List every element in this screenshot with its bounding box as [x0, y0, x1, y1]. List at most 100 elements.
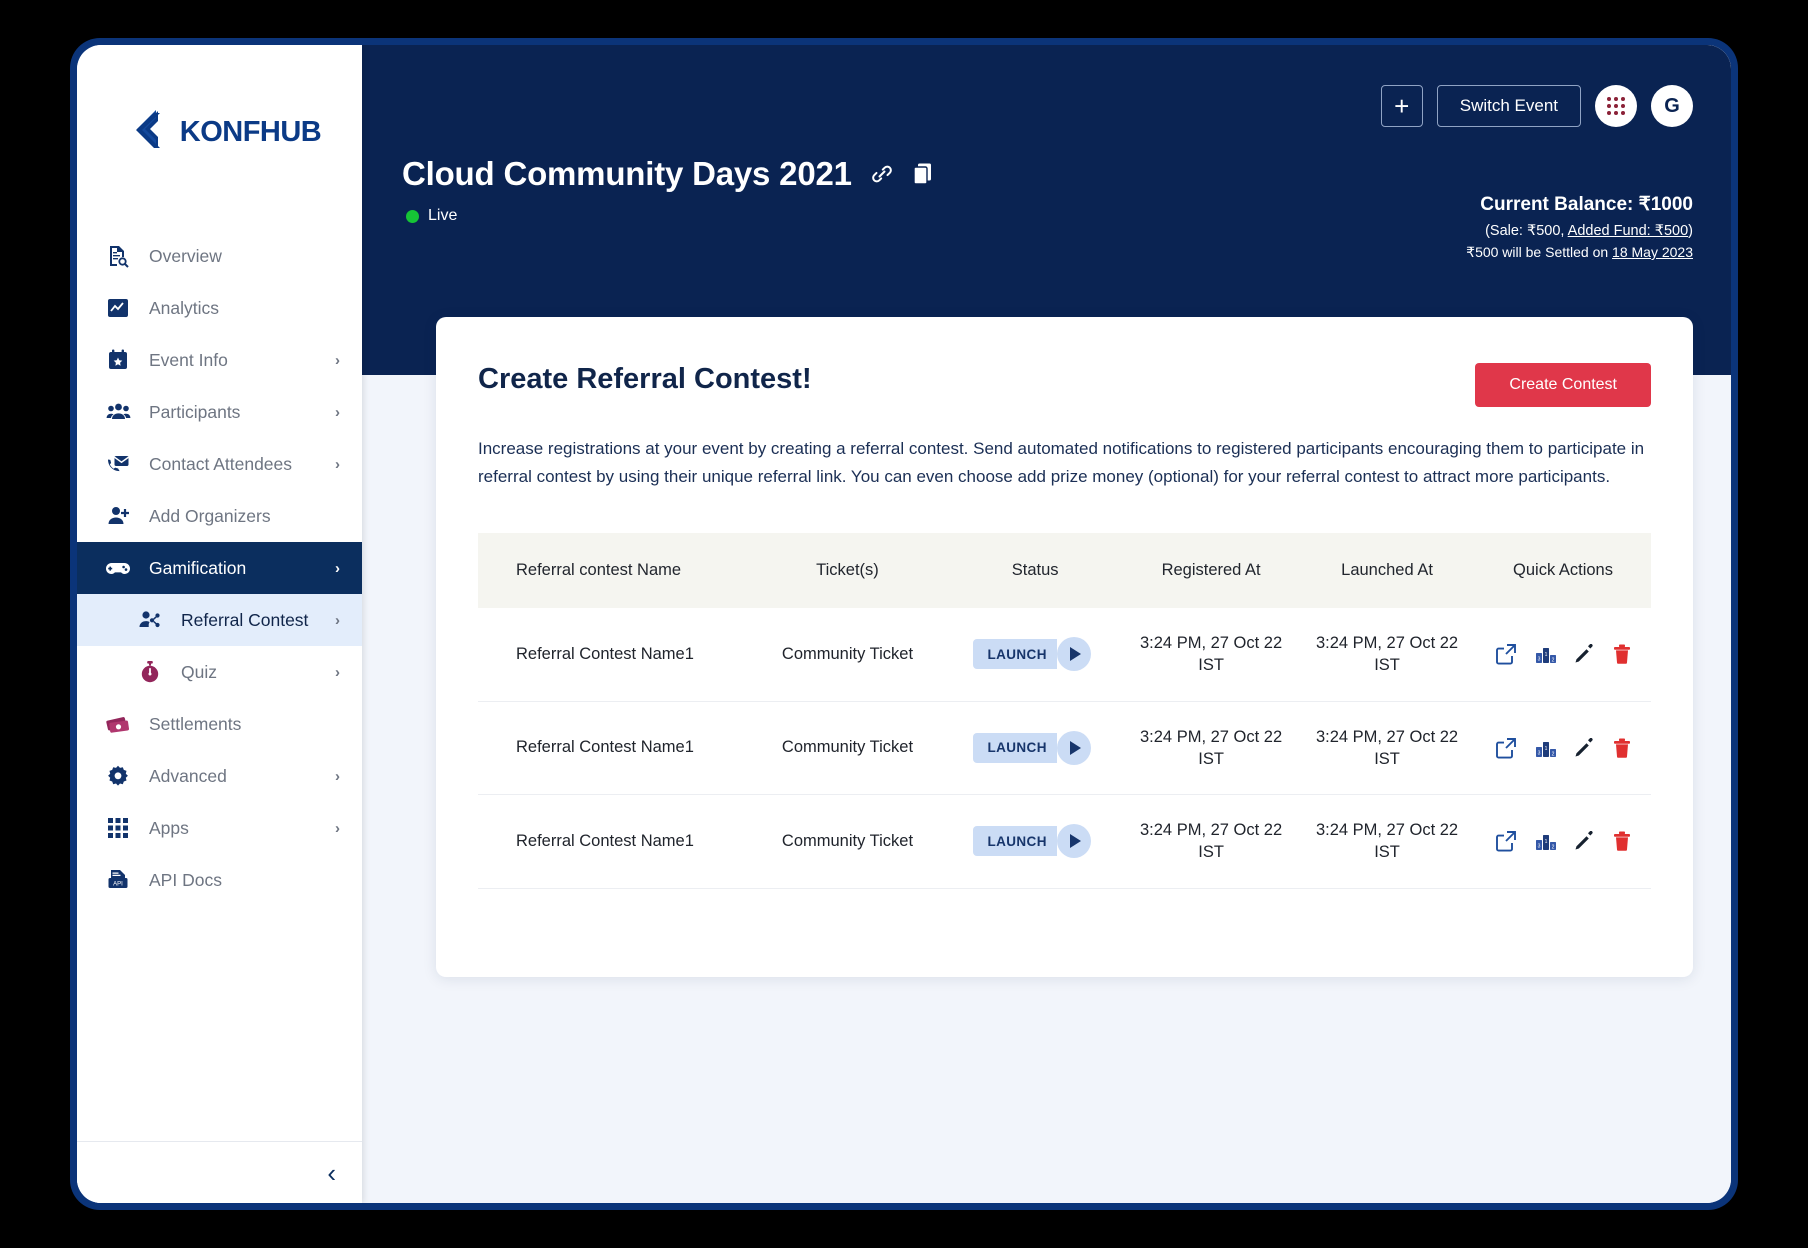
- sidebar-item-label: Settlements: [149, 713, 242, 734]
- external-link-icon[interactable]: [1495, 737, 1517, 759]
- sidebar-item-label: Analytics: [149, 297, 220, 318]
- added-fund-link[interactable]: Added Fund: ₹500: [1568, 223, 1688, 239]
- brand-logo[interactable]: KONFHUB: [77, 45, 362, 220]
- grid-apps-icon: [1607, 97, 1625, 115]
- edit-pencil-icon[interactable]: [1575, 737, 1595, 758]
- delete-trash-icon[interactable]: [1613, 644, 1631, 665]
- chevron-right-icon: ›: [335, 455, 340, 473]
- launch-pill[interactable]: LAUNCH: [973, 732, 1057, 763]
- quick-actions: 312: [1481, 830, 1645, 852]
- add-button[interactable]: +: [1380, 85, 1423, 127]
- delete-trash-icon[interactable]: [1613, 831, 1631, 852]
- chevron-right-icon: ›: [335, 663, 340, 681]
- brand-name: KONFHUB: [179, 116, 322, 148]
- sidebar-footer: ‹: [77, 1141, 362, 1203]
- svg-text:2: 2: [1552, 658, 1555, 664]
- external-link-icon[interactable]: [1495, 643, 1517, 665]
- sidebar-item-settlements[interactable]: Settlements: [77, 698, 362, 750]
- stopwatch-icon: [137, 659, 163, 685]
- sidebar-item-label: Advanced: [149, 765, 227, 786]
- chevron-right-icon: ›: [335, 611, 340, 629]
- card-header: Create Referral Contest! Create Contest: [478, 363, 1651, 407]
- cell-contest-name: Referral Contest Name1: [478, 608, 748, 702]
- sidebar-item-gamification[interactable]: Gamification ›: [77, 542, 362, 594]
- collapse-sidebar-button[interactable]: ‹: [327, 1160, 336, 1186]
- avatar[interactable]: G: [1651, 85, 1693, 127]
- cell-launched-at: 3:24 PM, 27 Oct 22 IST: [1299, 608, 1475, 702]
- switch-event-button[interactable]: Switch Event: [1436, 85, 1581, 127]
- launch-button[interactable]: LAUNCH: [973, 637, 1096, 672]
- external-link-icon[interactable]: [1495, 830, 1517, 852]
- sidebar-item-analytics[interactable]: Analytics: [77, 282, 362, 334]
- play-icon[interactable]: [1056, 824, 1091, 859]
- launch-button[interactable]: LAUNCH: [973, 730, 1096, 765]
- document-search-icon: [105, 243, 131, 269]
- sidebar-item-label: Contact Attendees: [149, 453, 293, 474]
- grid-apps-icon: [105, 815, 131, 841]
- apps-launcher-button[interactable]: [1595, 85, 1637, 127]
- copy-icon[interactable]: [912, 162, 934, 186]
- launch-button[interactable]: LAUNCH: [973, 824, 1096, 859]
- sidebar: KONFHUB Overview Analytics Event Info › …: [77, 45, 362, 1203]
- chevron-right-icon: ›: [335, 819, 340, 837]
- settlement-date[interactable]: 18 May 2023: [1612, 244, 1693, 260]
- create-contest-button[interactable]: Create Contest: [1475, 363, 1651, 407]
- sidebar-item-overview[interactable]: Overview: [77, 230, 362, 282]
- sidebar-item-apps[interactable]: Apps ›: [77, 802, 362, 854]
- sidebar-item-referral-contest[interactable]: Referral Contest ›: [77, 594, 362, 646]
- column-header-tickets: Ticket(s): [747, 533, 948, 609]
- app-frame: KONFHUB Overview Analytics Event Info › …: [70, 38, 1738, 1210]
- share-user-icon: [137, 607, 163, 633]
- play-icon[interactable]: [1056, 730, 1091, 765]
- cell-quick-actions: 312: [1475, 794, 1651, 889]
- svg-text:1: 1: [1545, 652, 1548, 658]
- leaderboard-icon[interactable]: 312: [1535, 738, 1557, 758]
- current-balance: Current Balance: ₹1000: [1480, 194, 1693, 215]
- sidebar-item-label: Quiz: [181, 661, 217, 682]
- money-icon: [105, 711, 131, 737]
- leaderboard-icon[interactable]: 312: [1535, 831, 1557, 851]
- cell-quick-actions: 312: [1475, 701, 1651, 796]
- app-window: KONFHUB Overview Analytics Event Info › …: [77, 45, 1731, 1203]
- chart-icon: [105, 295, 131, 321]
- column-header-launched-at: Launched At: [1299, 533, 1475, 609]
- settlement-note: ₹500 will be Settled on 18 May 2023: [1466, 244, 1693, 261]
- launch-pill[interactable]: LAUNCH: [973, 826, 1057, 857]
- event-title-row: Cloud Community Days 2021: [402, 155, 934, 193]
- sidebar-item-participants[interactable]: Participants ›: [77, 386, 362, 438]
- event-header: Cloud Community Days 2021 Live: [402, 155, 934, 225]
- cell-registered-at: 3:24 PM, 27 Oct 22 IST: [1123, 794, 1300, 889]
- sidebar-item-event-info[interactable]: Event Info ›: [77, 334, 362, 386]
- leaderboard-icon[interactable]: 312: [1535, 644, 1557, 664]
- sidebar-item-contact-attendees[interactable]: Contact Attendees ›: [77, 438, 362, 490]
- main-area: + Switch Event G Cloud Community Days 20…: [362, 45, 1731, 1203]
- svg-text:2: 2: [1552, 751, 1555, 757]
- launch-label: LAUNCH: [987, 646, 1047, 662]
- delete-trash-icon[interactable]: [1613, 738, 1631, 758]
- sidebar-item-api-docs[interactable]: API API Docs: [77, 854, 362, 906]
- play-icon[interactable]: [1056, 637, 1091, 672]
- sidebar-item-quiz[interactable]: Quiz ›: [77, 646, 362, 698]
- quick-actions: 312: [1481, 643, 1645, 665]
- sidebar-item-advanced[interactable]: Advanced ›: [77, 750, 362, 802]
- table-row[interactable]: Referral Contest Name1 Community Ticket …: [478, 794, 1651, 889]
- svg-text:1: 1: [1545, 746, 1548, 752]
- cell-ticket: Community Ticket: [747, 608, 948, 702]
- link-icon[interactable]: [870, 162, 894, 186]
- sidebar-item-label: Gamification: [149, 557, 247, 578]
- edit-pencil-icon[interactable]: [1575, 644, 1595, 664]
- card-title: Create Referral Contest!: [478, 363, 812, 395]
- page-title: Cloud Community Days 2021: [402, 155, 852, 192]
- launch-label: LAUNCH: [987, 833, 1047, 849]
- column-header-registered-at: Registered At: [1123, 533, 1300, 609]
- sidebar-item-label: Add Organizers: [149, 505, 271, 526]
- table-row[interactable]: Referral Contest Name1 Community Ticket …: [478, 701, 1651, 796]
- calendar-star-icon: [105, 347, 131, 373]
- edit-pencil-icon[interactable]: [1575, 831, 1595, 851]
- live-dot-icon: [406, 209, 419, 223]
- launch-pill[interactable]: LAUNCH: [973, 639, 1057, 670]
- cell-ticket: Community Ticket: [747, 701, 948, 796]
- table-row[interactable]: Referral Contest Name1 Community Ticket …: [478, 608, 1651, 702]
- chevron-right-icon: ›: [335, 403, 340, 421]
- sidebar-item-add-organizers[interactable]: Add Organizers: [77, 490, 362, 542]
